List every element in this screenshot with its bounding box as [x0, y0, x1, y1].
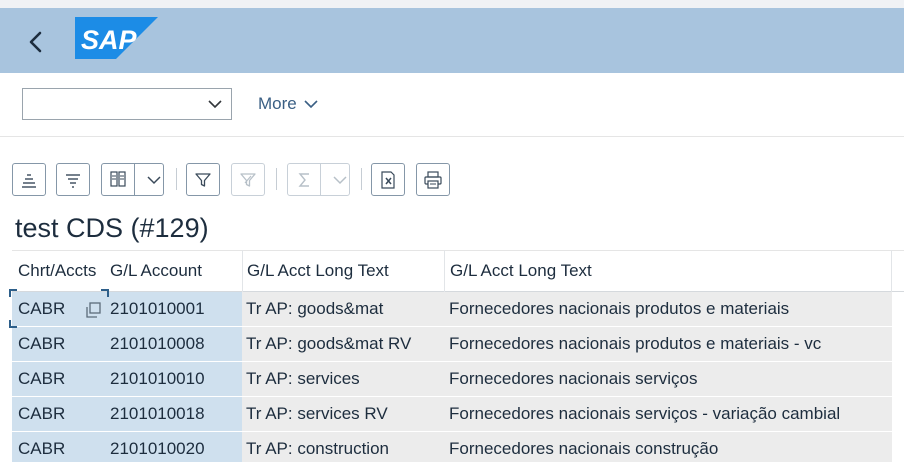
- cell-gl-long-text-2[interactable]: Fornecedores nacionais produtos e materi…: [449, 327, 821, 361]
- filter-list-icon: [66, 173, 80, 188]
- print-icon: [424, 170, 442, 189]
- shell-bar: SAP: [0, 8, 904, 73]
- chevron-down-icon: [304, 100, 318, 109]
- cell-focus-indicator: [9, 289, 17, 297]
- filter-icon: [195, 172, 211, 187]
- more-button[interactable]: More: [258, 93, 319, 115]
- top-strip: [0, 0, 904, 8]
- sort-ascending-icon: [22, 173, 36, 188]
- chevron-down-icon[interactable]: [332, 172, 348, 188]
- column-header-gl-long-text-2[interactable]: G/L Acct Long Text: [450, 250, 592, 292]
- cell-gl-long-text-2[interactable]: Fornecedores nacionais produtos e materi…: [449, 292, 789, 326]
- cell-gl-account[interactable]: 2101010001: [110, 292, 205, 326]
- cell-gl-account[interactable]: 2101010010: [110, 362, 205, 396]
- cell-gl-account[interactable]: 2101010018: [110, 397, 205, 431]
- cell-gl-long-text-1[interactable]: Tr AP: services RV: [246, 397, 388, 431]
- chevron-down-icon: [208, 100, 222, 109]
- cell-focus-indicator: [101, 289, 109, 297]
- column-settings-button[interactable]: [101, 163, 164, 196]
- cell-gl-long-text-2[interactable]: Fornecedores nacionais construção: [449, 432, 718, 462]
- cell-gl-long-text-2[interactable]: Fornecedores nacionais serviços - variaç…: [449, 397, 840, 431]
- toolbar-separator: [276, 168, 277, 190]
- cell-chart-of-accounts[interactable]: CABR: [18, 327, 65, 361]
- toolbar-separator: [361, 168, 362, 190]
- cell-gl-account[interactable]: 2101010020: [110, 432, 205, 462]
- column-header-chart-of-accounts[interactable]: Chrt/Accts: [18, 250, 96, 292]
- more-button-label: More: [258, 94, 297, 113]
- back-button[interactable]: [22, 28, 50, 56]
- sum-icon: [298, 172, 309, 187]
- export-excel-icon: [381, 170, 395, 189]
- cell-chart-of-accounts[interactable]: CABR: [18, 292, 65, 326]
- sap-logo[interactable]: SAP: [75, 17, 158, 59]
- chevron-left-icon: [29, 31, 42, 53]
- clear-filter-icon: [240, 172, 256, 187]
- clear-filter-button[interactable]: [231, 163, 265, 196]
- cell-chart-of-accounts[interactable]: CABR: [18, 397, 65, 431]
- sum-button[interactable]: [287, 163, 350, 196]
- cell-gl-long-text-1[interactable]: Tr AP: goods&mat: [246, 292, 383, 326]
- cell-chart-of-accounts[interactable]: CABR: [18, 362, 65, 396]
- cell-gl-long-text-2[interactable]: Fornecedores nacionais serviços: [449, 362, 698, 396]
- cell-chart-of-accounts[interactable]: CABR: [18, 432, 65, 462]
- cell-gl-long-text-1[interactable]: Tr AP: construction: [246, 432, 389, 462]
- filter-button[interactable]: [186, 163, 220, 196]
- variant-select[interactable]: [22, 88, 232, 120]
- filter-bar: More: [0, 73, 904, 137]
- copy-icon[interactable]: [84, 301, 102, 319]
- report-title: test CDS (#129): [15, 213, 209, 243]
- column-header-gl-account[interactable]: G/L Account: [110, 250, 202, 292]
- sort-ascending-button[interactable]: [12, 163, 46, 196]
- cell-focus-indicator: [9, 320, 17, 328]
- print-button[interactable]: [416, 163, 450, 196]
- chevron-down-icon[interactable]: [146, 172, 162, 188]
- cell-gl-long-text-1[interactable]: Tr AP: goods&mat RV: [246, 327, 411, 361]
- column-header-gl-long-text-1[interactable]: G/L Acct Long Text: [247, 250, 389, 292]
- cell-gl-account[interactable]: 2101010008: [110, 327, 205, 361]
- export-excel-button[interactable]: [371, 163, 405, 196]
- cell-gl-long-text-1[interactable]: Tr AP: services: [246, 362, 360, 396]
- column-settings-icon: [110, 170, 126, 187]
- svg-text:SAP: SAP: [81, 25, 138, 55]
- toolbar-separator: [176, 168, 177, 190]
- filter-list-button[interactable]: [56, 163, 90, 196]
